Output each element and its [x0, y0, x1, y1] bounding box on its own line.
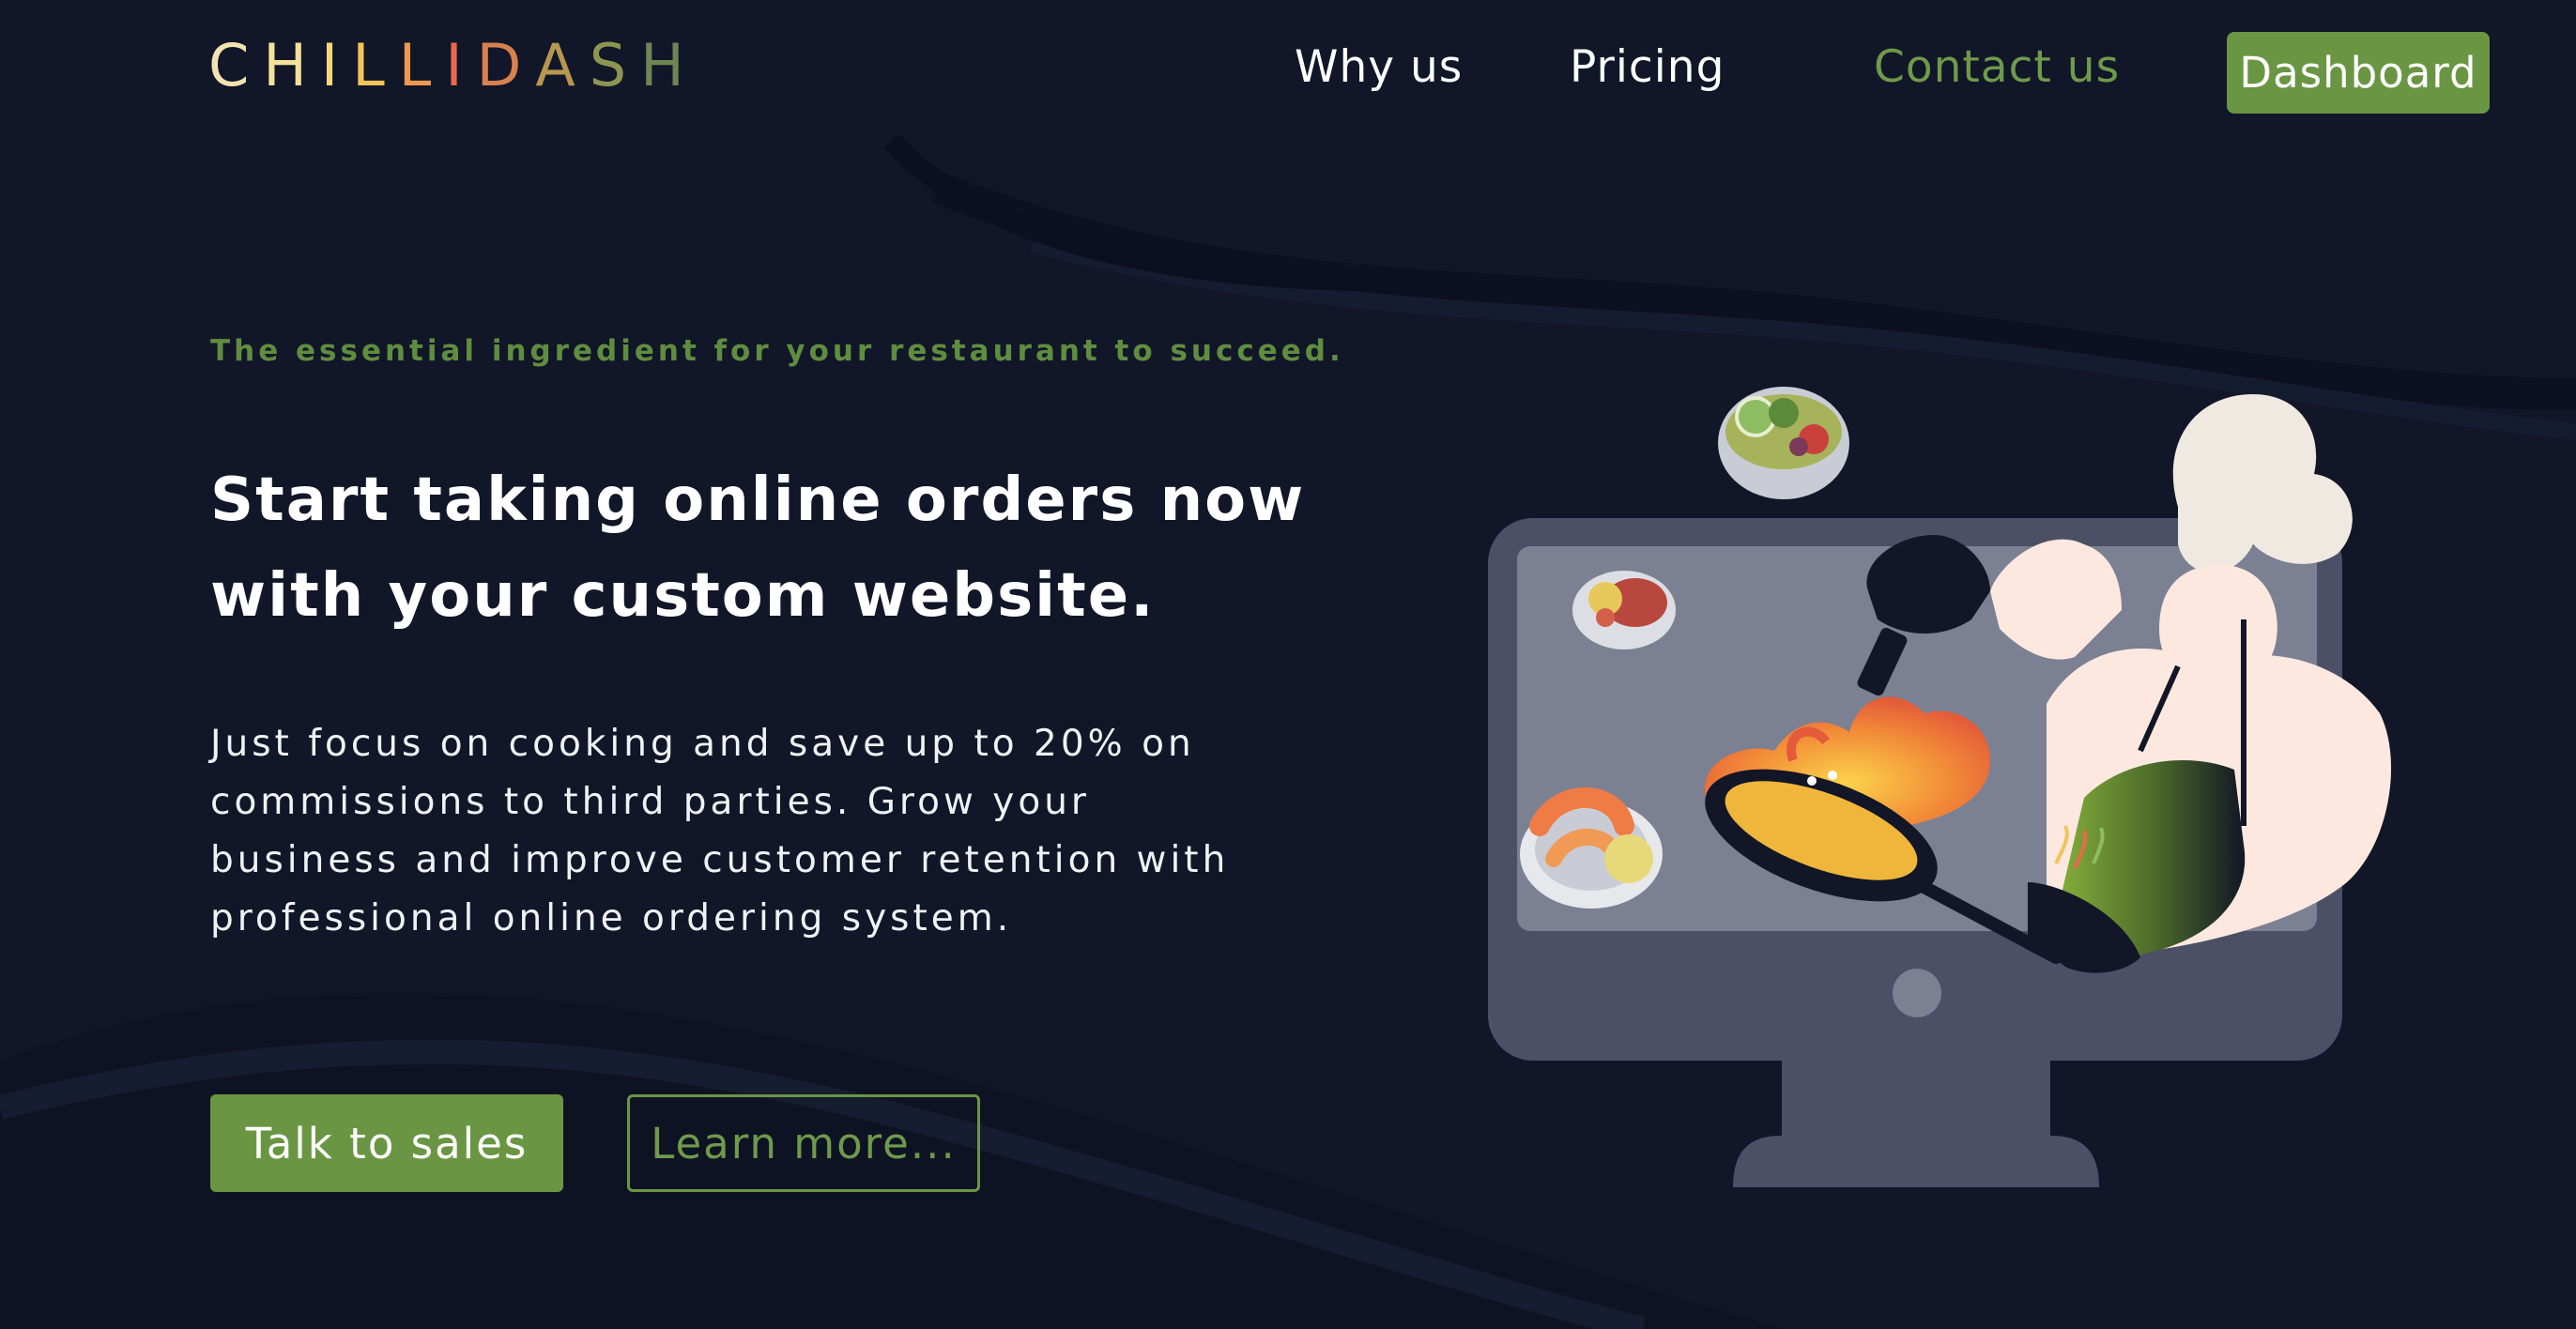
- learn-more-button[interactable]: Learn more...: [627, 1094, 980, 1192]
- logo-letter: L: [352, 30, 399, 99]
- dashboard-button[interactable]: Dashboard: [2227, 32, 2490, 114]
- chef-illustration: [1488, 387, 2392, 1187]
- logo-letter: C: [208, 30, 264, 99]
- nav-contact-us[interactable]: Contact us: [1874, 41, 2120, 93]
- chillidash-logo[interactable]: CHILLIDASH: [208, 30, 698, 99]
- logo-letter: I: [320, 30, 353, 99]
- hero-description: Just focus on cooking and save up to 20%…: [210, 723, 1230, 939]
- talk-to-sales-button[interactable]: Talk to sales: [210, 1094, 563, 1192]
- site-header: CHILLIDASH Why us Pricing Contact us Das…: [0, 0, 2576, 150]
- logo-letter: I: [445, 30, 477, 99]
- logo-letter: L: [398, 30, 446, 99]
- logo-letter: H: [640, 30, 698, 99]
- nav-pricing[interactable]: Pricing: [1570, 41, 1725, 93]
- hero-tagline: The essential ingredient for your restau…: [210, 334, 1344, 368]
- hero-headline: Start taking online orders now with your…: [210, 466, 1306, 631]
- salad-bowl-icon: [1718, 387, 1849, 499]
- logo-letter: A: [535, 30, 590, 99]
- nav-why-us[interactable]: Why us: [1295, 41, 1463, 93]
- steak-plate-icon: [1572, 571, 1676, 649]
- logo-letter: S: [589, 30, 641, 99]
- logo-letter: D: [476, 30, 536, 99]
- hero-section: The essential ingredient for your restau…: [210, 319, 1344, 1192]
- logo-letter: H: [263, 30, 321, 99]
